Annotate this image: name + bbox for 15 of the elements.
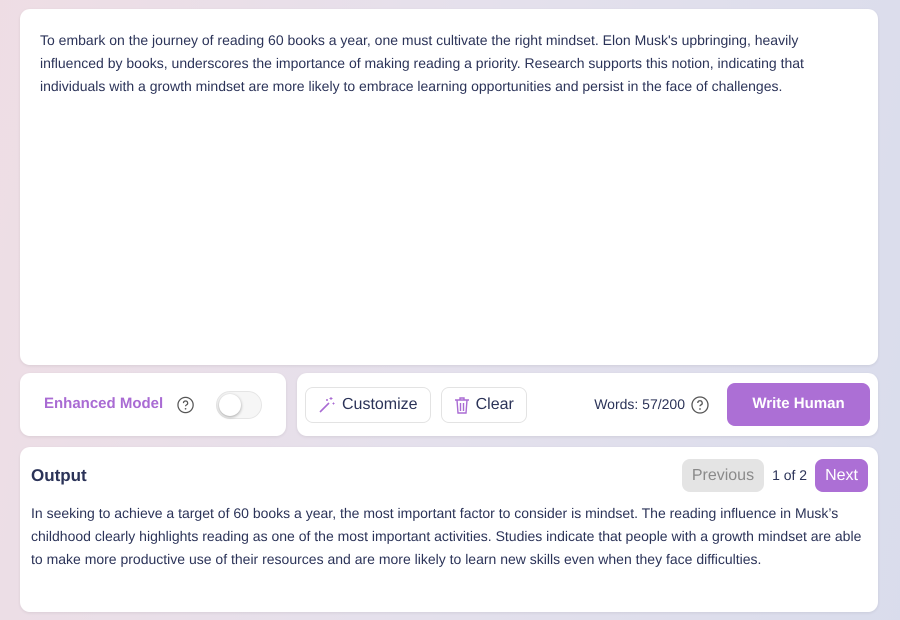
clear-button[interactable]: Clear — [440, 386, 527, 422]
write-human-button[interactable]: Write Human — [727, 383, 870, 426]
customize-button[interactable]: Customize — [305, 386, 431, 422]
next-button[interactable]: Next — [815, 459, 868, 492]
help-icon[interactable] — [177, 396, 194, 414]
help-icon[interactable] — [691, 396, 709, 414]
word-count: Words: 57/200 — [594, 395, 685, 414]
output-title: Output — [31, 464, 87, 487]
page-indicator: 1 of 2 — [772, 466, 808, 485]
magic-wand-icon — [318, 396, 336, 414]
output-text: In seeking to achieve a target of 60 books a year, the most important factor to consider is mindset. The reading influence in Musk’s childhood clearly highlights reading as one of the most important activities. Studies indicate that people with a growth mindset are able to make more productive use of their resources and are more likely to learn new skills even when they face difficulties. — [31, 504, 862, 569]
enhanced-model-toggle[interactable] — [216, 390, 262, 418]
input-text[interactable]: To embark on the journey of reading 60 books a year, one must cultivate the right mindset. Elon Musk's upbringing, heavily influenced by books, underscores the importance of making reading a priority. Research supports this notion, indicating that individuals with a growth mindset are more likely to embrace learning opportunities and persist in the face of challenges. — [20, 9, 878, 365]
trash-icon — [454, 396, 470, 414]
enhanced-model-label: Enhanced Model — [44, 394, 164, 414]
